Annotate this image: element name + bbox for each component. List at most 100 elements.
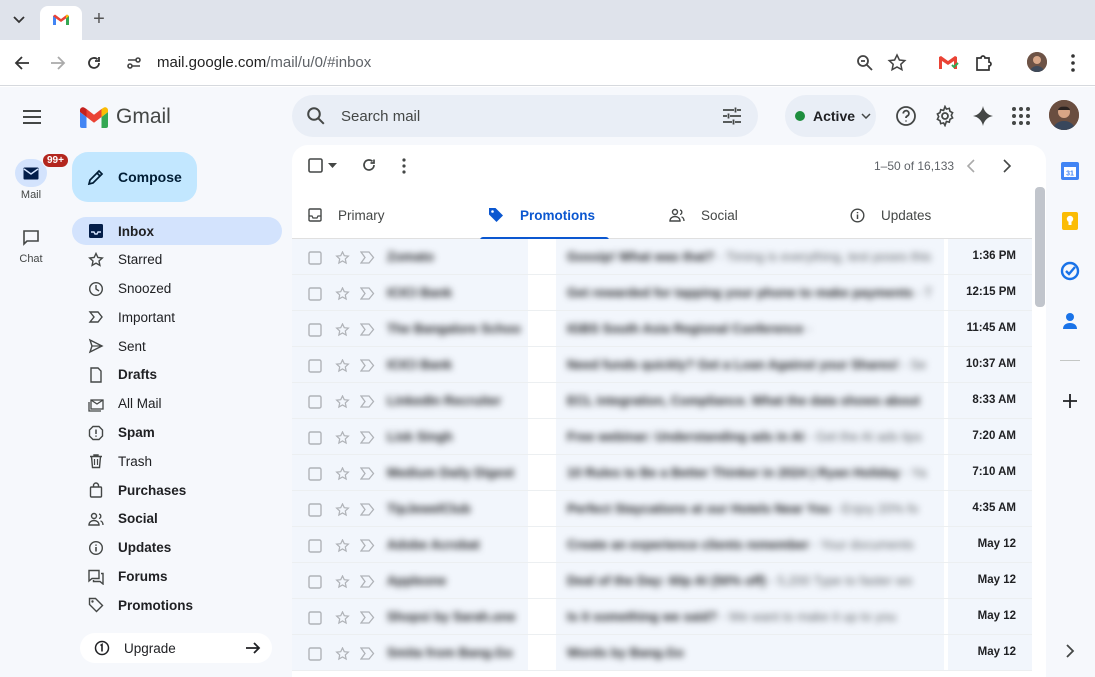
row-checkbox[interactable] [308,539,322,553]
nav-item-starred[interactable]: Starred [72,246,282,274]
upgrade-button[interactable]: Upgrade [80,633,272,663]
nav-item-drafts[interactable]: Drafts [72,361,282,389]
nav-item-sent[interactable]: Sent [72,332,282,360]
account-avatar[interactable] [1049,100,1079,130]
tab-search-chevron-icon[interactable] [8,10,30,30]
forward-arrow-icon[interactable] [46,51,70,75]
address-bar[interactable]: mail.google.com/mail/u/0/#inbox [120,45,920,81]
expand-panel-chevron-icon[interactable] [1060,641,1080,661]
browser-tab-gmail[interactable] [40,6,82,40]
select-all-checkbox[interactable] [308,158,323,173]
email-row[interactable]: Zomato Gossip! What was that? - Timing is… [292,239,1032,275]
star-icon[interactable] [335,251,350,265]
star-icon[interactable] [335,431,350,445]
nav-item-snoozed[interactable]: Snoozed [72,275,282,303]
tab-updates[interactable]: Updates [850,191,931,239]
select-menu-caret-icon[interactable] [328,163,337,169]
importance-marker-icon[interactable] [360,323,375,336]
email-row[interactable]: Appleone Deal of the Day: 60p AI (50% off… [292,563,1032,599]
gmail-extension-icon[interactable] [937,52,959,74]
rail-item-mail[interactable]: 99+ Mail [0,153,69,201]
nav-item-important[interactable]: Important [72,303,282,331]
search-input[interactable] [341,106,701,126]
gemini-sparkle-icon[interactable] [972,105,994,127]
row-checkbox[interactable] [308,395,322,409]
importance-marker-icon[interactable] [360,467,375,480]
row-checkbox[interactable] [308,359,322,373]
row-checkbox[interactable] [308,611,322,625]
importance-marker-icon[interactable] [360,503,375,516]
email-row[interactable]: ICICI Bank Get rewarded for tapping your … [292,275,1032,311]
gmail-logo[interactable]: Gmail [80,105,190,128]
browser-profile-avatar[interactable] [1027,52,1047,72]
back-arrow-icon[interactable] [10,51,34,75]
star-icon[interactable] [335,575,350,589]
help-icon[interactable] [895,105,917,127]
tab-primary[interactable]: Primary [308,191,385,239]
rail-item-chat[interactable]: Chat [0,223,62,265]
star-icon[interactable] [335,611,350,625]
nav-item-all-mail[interactable]: All Mail [72,390,282,418]
importance-marker-icon[interactable] [360,647,375,660]
reload-icon[interactable] [82,51,106,75]
star-icon[interactable] [335,539,350,553]
star-icon[interactable] [335,503,350,517]
status-dropdown[interactable]: Active [785,95,876,137]
nav-item-purchases[interactable]: Purchases [72,476,282,504]
search-options-icon[interactable] [722,107,742,125]
apps-grid-icon[interactable] [1010,105,1032,127]
importance-marker-icon[interactable] [360,431,375,444]
nav-item-promotions[interactable]: Promotions [72,591,282,619]
mail-list-scrollbar[interactable] [1035,187,1045,307]
email-row[interactable]: LinkedIn Recruiter ECL integration, Compl… [292,383,1032,419]
browser-menu-kebab-icon[interactable] [1062,52,1084,74]
email-row[interactable]: Smita from Bang.Go Words by Bang.Go May 12 [292,635,1032,671]
tab-promotions[interactable]: Promotions [480,191,610,240]
importance-marker-icon[interactable] [360,251,375,264]
refresh-icon[interactable] [361,157,377,173]
calendar-icon[interactable]: 31 [1060,161,1080,181]
email-row[interactable]: ICICI Bank Need funds quickly? Get a Loan… [292,347,1032,383]
email-row[interactable]: Lisk Singh Free webinar: Understanding ad… [292,419,1032,455]
settings-gear-icon[interactable] [934,105,956,127]
add-addon-plus-icon[interactable] [1060,391,1080,411]
nav-item-inbox[interactable]: Inbox [72,217,282,245]
compose-button[interactable]: Compose [72,152,197,202]
email-row[interactable]: The Bangalore Schoo IGBS South Asia Regio… [292,311,1032,347]
row-checkbox[interactable] [308,575,322,589]
nav-item-updates[interactable]: Updates [72,534,282,562]
email-row[interactable]: Shopsi by Sarah.one Is it something we sa… [292,599,1032,635]
star-icon[interactable] [335,359,350,373]
nav-item-trash[interactable]: Trash [72,447,282,475]
importance-marker-icon[interactable] [360,575,375,588]
row-checkbox[interactable] [308,647,322,661]
keep-notes-icon[interactable] [1060,211,1080,231]
contacts-icon[interactable] [1060,311,1080,331]
importance-marker-icon[interactable] [360,395,375,408]
tasks-icon[interactable] [1060,261,1080,281]
extensions-puzzle-icon[interactable] [973,52,995,74]
tab-social[interactable]: Social [669,191,738,239]
row-checkbox[interactable] [308,251,322,265]
row-checkbox[interactable] [308,467,322,481]
email-row[interactable]: TipJewelClub Perfect Staycations at our H… [292,491,1032,527]
email-row[interactable]: Medium Daily Digest 10 Rules to Be a Bett… [292,455,1032,491]
main-menu-hamburger-icon[interactable] [20,107,44,127]
star-icon[interactable] [335,323,350,337]
older-page-chevron-icon[interactable] [1002,159,1012,173]
star-icon[interactable] [335,647,350,661]
zoom-icon[interactable] [855,53,875,73]
more-options-kebab-icon[interactable] [402,158,406,174]
row-checkbox[interactable] [308,323,322,337]
bookmark-star-icon[interactable] [887,53,907,73]
importance-marker-icon[interactable] [360,359,375,372]
star-icon[interactable] [335,395,350,409]
nav-item-forums[interactable]: Forums [72,563,282,591]
star-icon[interactable] [335,467,350,481]
importance-marker-icon[interactable] [360,287,375,300]
email-row[interactable]: Adobe Acrobat Create an experience client… [292,527,1032,563]
row-checkbox[interactable] [308,503,322,517]
site-settings-icon[interactable] [124,53,144,73]
new-tab-plus-icon[interactable]: + [88,9,110,31]
star-icon[interactable] [335,287,350,301]
